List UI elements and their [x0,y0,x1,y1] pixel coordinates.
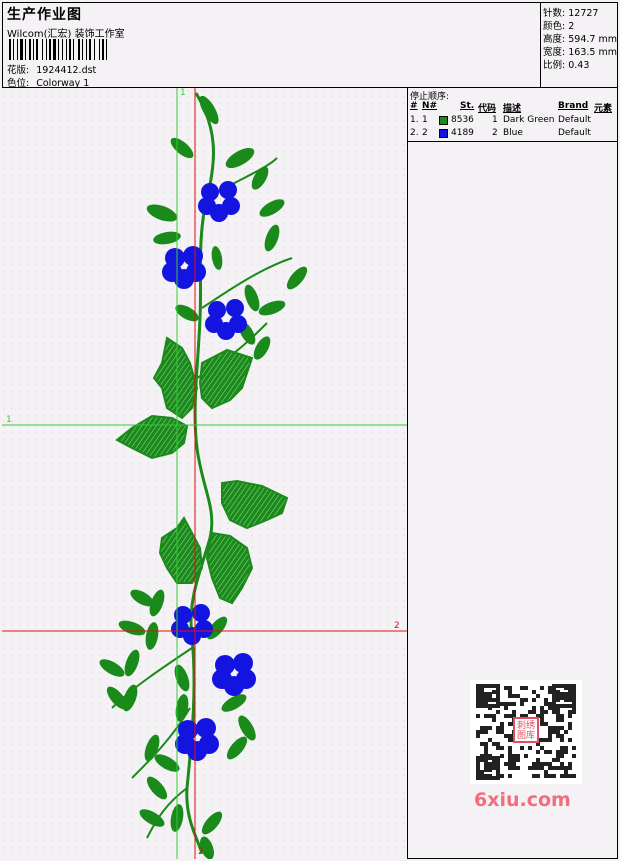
stat-width: 宽度: 163.5 mm [543,44,617,58]
guide-v2-label: 2 [198,847,204,857]
stat-colors: 颜色: 2 [543,18,574,32]
barcode-icon [9,39,107,60]
stat-height: 高度: 594.7 mm [543,31,617,45]
stats-panel: 针数: 12727 颜色: 2 高度: 594.7 mm 宽度: 163.5 m… [541,2,618,88]
file-row: 花版: 1924412.dst [7,62,96,76]
embroidery-preview [2,88,407,859]
qr-code-icon: 刺绣图库 [470,680,582,784]
guide-v1-label: 1 [180,88,186,98]
stat-value: 0.43 [568,60,590,71]
col-header: N# [422,101,438,111]
row-desc: Blue [503,128,523,138]
row-code: 1 [492,115,498,125]
col-header: # [410,101,418,111]
col-header: Brand [558,101,589,111]
seal-text: 刺绣图库 [516,721,535,741]
col-header: St. [460,101,475,111]
guide-h1-label: 1 [6,415,12,425]
guide-h2-label: 2 [394,621,400,631]
stat-scale: 比例: 0.43 [543,57,589,71]
stop-sequence-panel: 停止顺序: # N# St. 代码 描述 Brand 元素 1. 1 8536 … [408,88,618,142]
row-code: 2 [492,128,498,138]
col-header: 元素 [594,104,613,114]
row-desc: Dark Green [503,115,555,125]
stat-stitches: 针数: 12727 [543,5,598,19]
col-header: 代码 [478,104,497,114]
colorway-row: 色位: Colorway 1 [7,75,89,89]
design-canvas[interactable]: 1 1 2 2 [2,88,408,859]
header-panel: 生产作业图 Wilcom(汇宏) 装饰工作室 花版: 1924412.dst 色… [2,2,541,89]
row-number: 2 [422,128,428,138]
row-index: 1. [410,115,419,125]
stat-label: 比例: [543,60,566,71]
watermark-text: 6xiu.com [474,789,571,811]
row-stitches: 8536 [451,115,474,125]
row-brand: Default [558,115,591,125]
row-index: 2. [410,128,419,138]
row-number: 1 [422,115,428,125]
company-name: Wilcom(汇宏) 装饰工作室 [7,29,125,40]
row-brand: Default [558,128,591,138]
page-title: 生产作业图 [7,7,82,23]
color-swatch [439,116,448,125]
row-stitches: 4189 [451,128,474,138]
color-swatch [439,129,448,138]
col-header: 描述 [503,104,522,114]
